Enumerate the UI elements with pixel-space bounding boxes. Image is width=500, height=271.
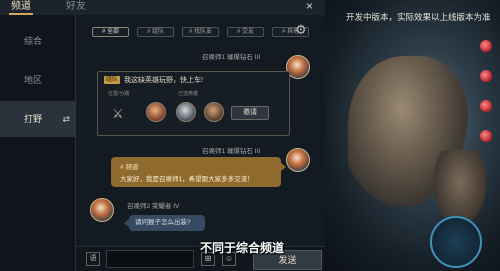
gear-icon[interactable]: ⚙ — [295, 22, 307, 38]
blue-message-bubble: 请问猴子怎么出装? — [124, 215, 205, 231]
chat-text-input[interactable] — [106, 250, 194, 268]
message-sender: 召唤师1 璀璨钻石 III — [202, 54, 261, 61]
bubble-text: 大家好，我是召唤师1，希望跟大家多多交流！ — [120, 176, 254, 183]
invite-text: 我这缺英雄玩野，快上车! — [124, 77, 203, 84]
sidebar-item-label: 打野 — [24, 114, 43, 124]
invite-tag: 组队 — [104, 76, 121, 84]
avatar[interactable] — [286, 148, 310, 172]
swap-icon[interactable]: ⇄ — [62, 101, 70, 137]
hero-portrait — [176, 102, 196, 122]
filter-chip-all[interactable]: # 全部 — [92, 27, 129, 37]
message-sender: 召唤师1 璀璨钻石 III — [202, 148, 261, 155]
sidebar-item-label: 综合 — [24, 36, 43, 46]
gold-message-bubble: # 频道 大家好，我是召唤师1，希望跟大家多多交流！ — [111, 157, 286, 187]
video-subtitle: 不同于综合频道 — [200, 241, 285, 255]
sidebar-item-label: 地区 — [24, 75, 43, 85]
sidebar-item-general[interactable]: 综合 — [0, 23, 76, 59]
skill-button[interactable] — [430, 216, 482, 268]
heroes-label: 已选英雄 — [178, 91, 199, 97]
filter-chip-find-mate[interactable]: # 找队友 — [182, 27, 219, 37]
avatar[interactable] — [90, 198, 114, 222]
chat-panel: 频道 好友 × 综合 地区 打野 ⇄ # 全部 # 组队 # 找队友 # 交友 … — [0, 0, 325, 271]
jungle-lane-icon: ⚔ — [112, 106, 124, 121]
bubble-title: # 频道 — [120, 164, 139, 171]
filter-chip-team[interactable]: # 组队 — [137, 27, 174, 37]
channel-sidebar: 综合 地区 打野 ⇄ — [0, 15, 76, 271]
message-sender: 召唤师2 荣耀者 IV — [127, 203, 180, 210]
hero-portrait — [204, 102, 224, 122]
filter-chip-friend[interactable]: # 交友 — [227, 27, 264, 37]
position-label: 位置/分路 — [108, 91, 130, 97]
red-indicator-icon[interactable] — [480, 70, 492, 82]
voice-icon[interactable]: 语 — [86, 252, 100, 266]
red-indicator-icon[interactable] — [480, 130, 492, 142]
game-scene-background — [320, 0, 500, 271]
hero-portrait — [146, 102, 166, 122]
close-icon[interactable]: × — [306, 0, 313, 12]
tab-friends[interactable]: 好友 — [66, 0, 86, 15]
red-indicator-icon[interactable] — [480, 40, 492, 52]
tab-bar: 频道 好友 × — [0, 0, 325, 15]
dev-version-note: 开发中版本，实际效果以上线版本为准 — [346, 12, 491, 22]
tab-channel[interactable]: 频道 — [9, 0, 33, 15]
invite-button[interactable]: 邀请 — [231, 106, 269, 120]
sidebar-item-jungle[interactable]: 打野 ⇄ — [0, 101, 76, 137]
sidebar-item-region[interactable]: 地区 — [0, 62, 76, 98]
red-indicator-icon[interactable] — [480, 100, 492, 112]
team-invite-card: 组队 我这缺英雄玩野，快上车! 位置/分路 已选英雄 ⚔ 邀请 — [97, 71, 290, 136]
